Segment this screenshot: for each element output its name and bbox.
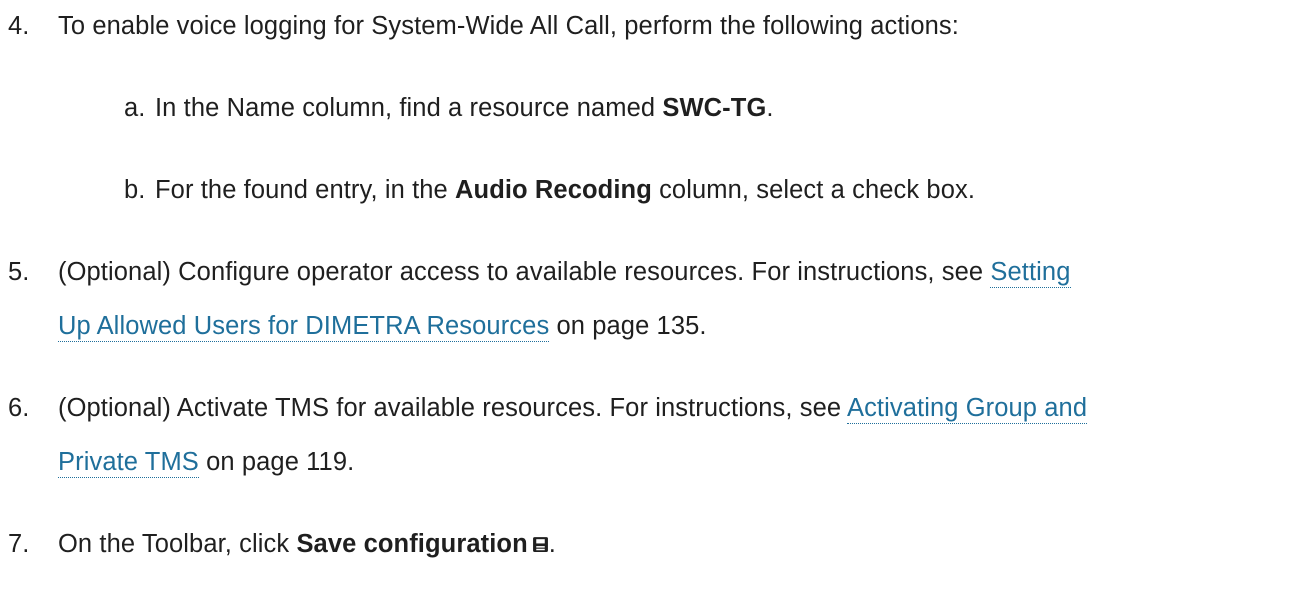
activating-tms-link-cont[interactable]: Private TMS [58,448,199,478]
substep-text: In the Name column, find a resource name… [155,94,774,122]
resource-name: SWC-TG [662,94,767,122]
substep-number: b. [124,176,146,204]
activating-tms-link[interactable]: Activating Group and [846,394,1088,424]
setting-up-allowed-users-link[interactable]: Setting [990,258,1071,288]
step-text: On the Toolbar, click Save configuration… [58,530,556,558]
step-number: 5. [8,258,30,286]
substep-number: a. [124,94,146,122]
step-number: 6. [8,394,30,422]
step-text: (Optional) Activate TMS for available re… [58,394,1088,424]
substep-text: For the found entry, in the Audio Recodi… [155,176,976,204]
column-name: Audio Recoding [455,176,652,204]
step-text: Private TMS on page 119. [58,448,355,478]
save-disk-icon [532,537,548,552]
step-text: (Optional) Configure operator access to … [58,258,1071,288]
step-text: To enable voice logging for System-Wide … [58,12,959,40]
step-number: 4. [8,12,30,40]
step-text: Up Allowed Users for DIMETRA Resources o… [58,312,707,342]
save-configuration-label: Save configuration [296,530,528,558]
step-number: 7. [8,530,30,558]
setting-up-allowed-users-link-cont[interactable]: Up Allowed Users for DIMETRA Resources [58,312,550,342]
